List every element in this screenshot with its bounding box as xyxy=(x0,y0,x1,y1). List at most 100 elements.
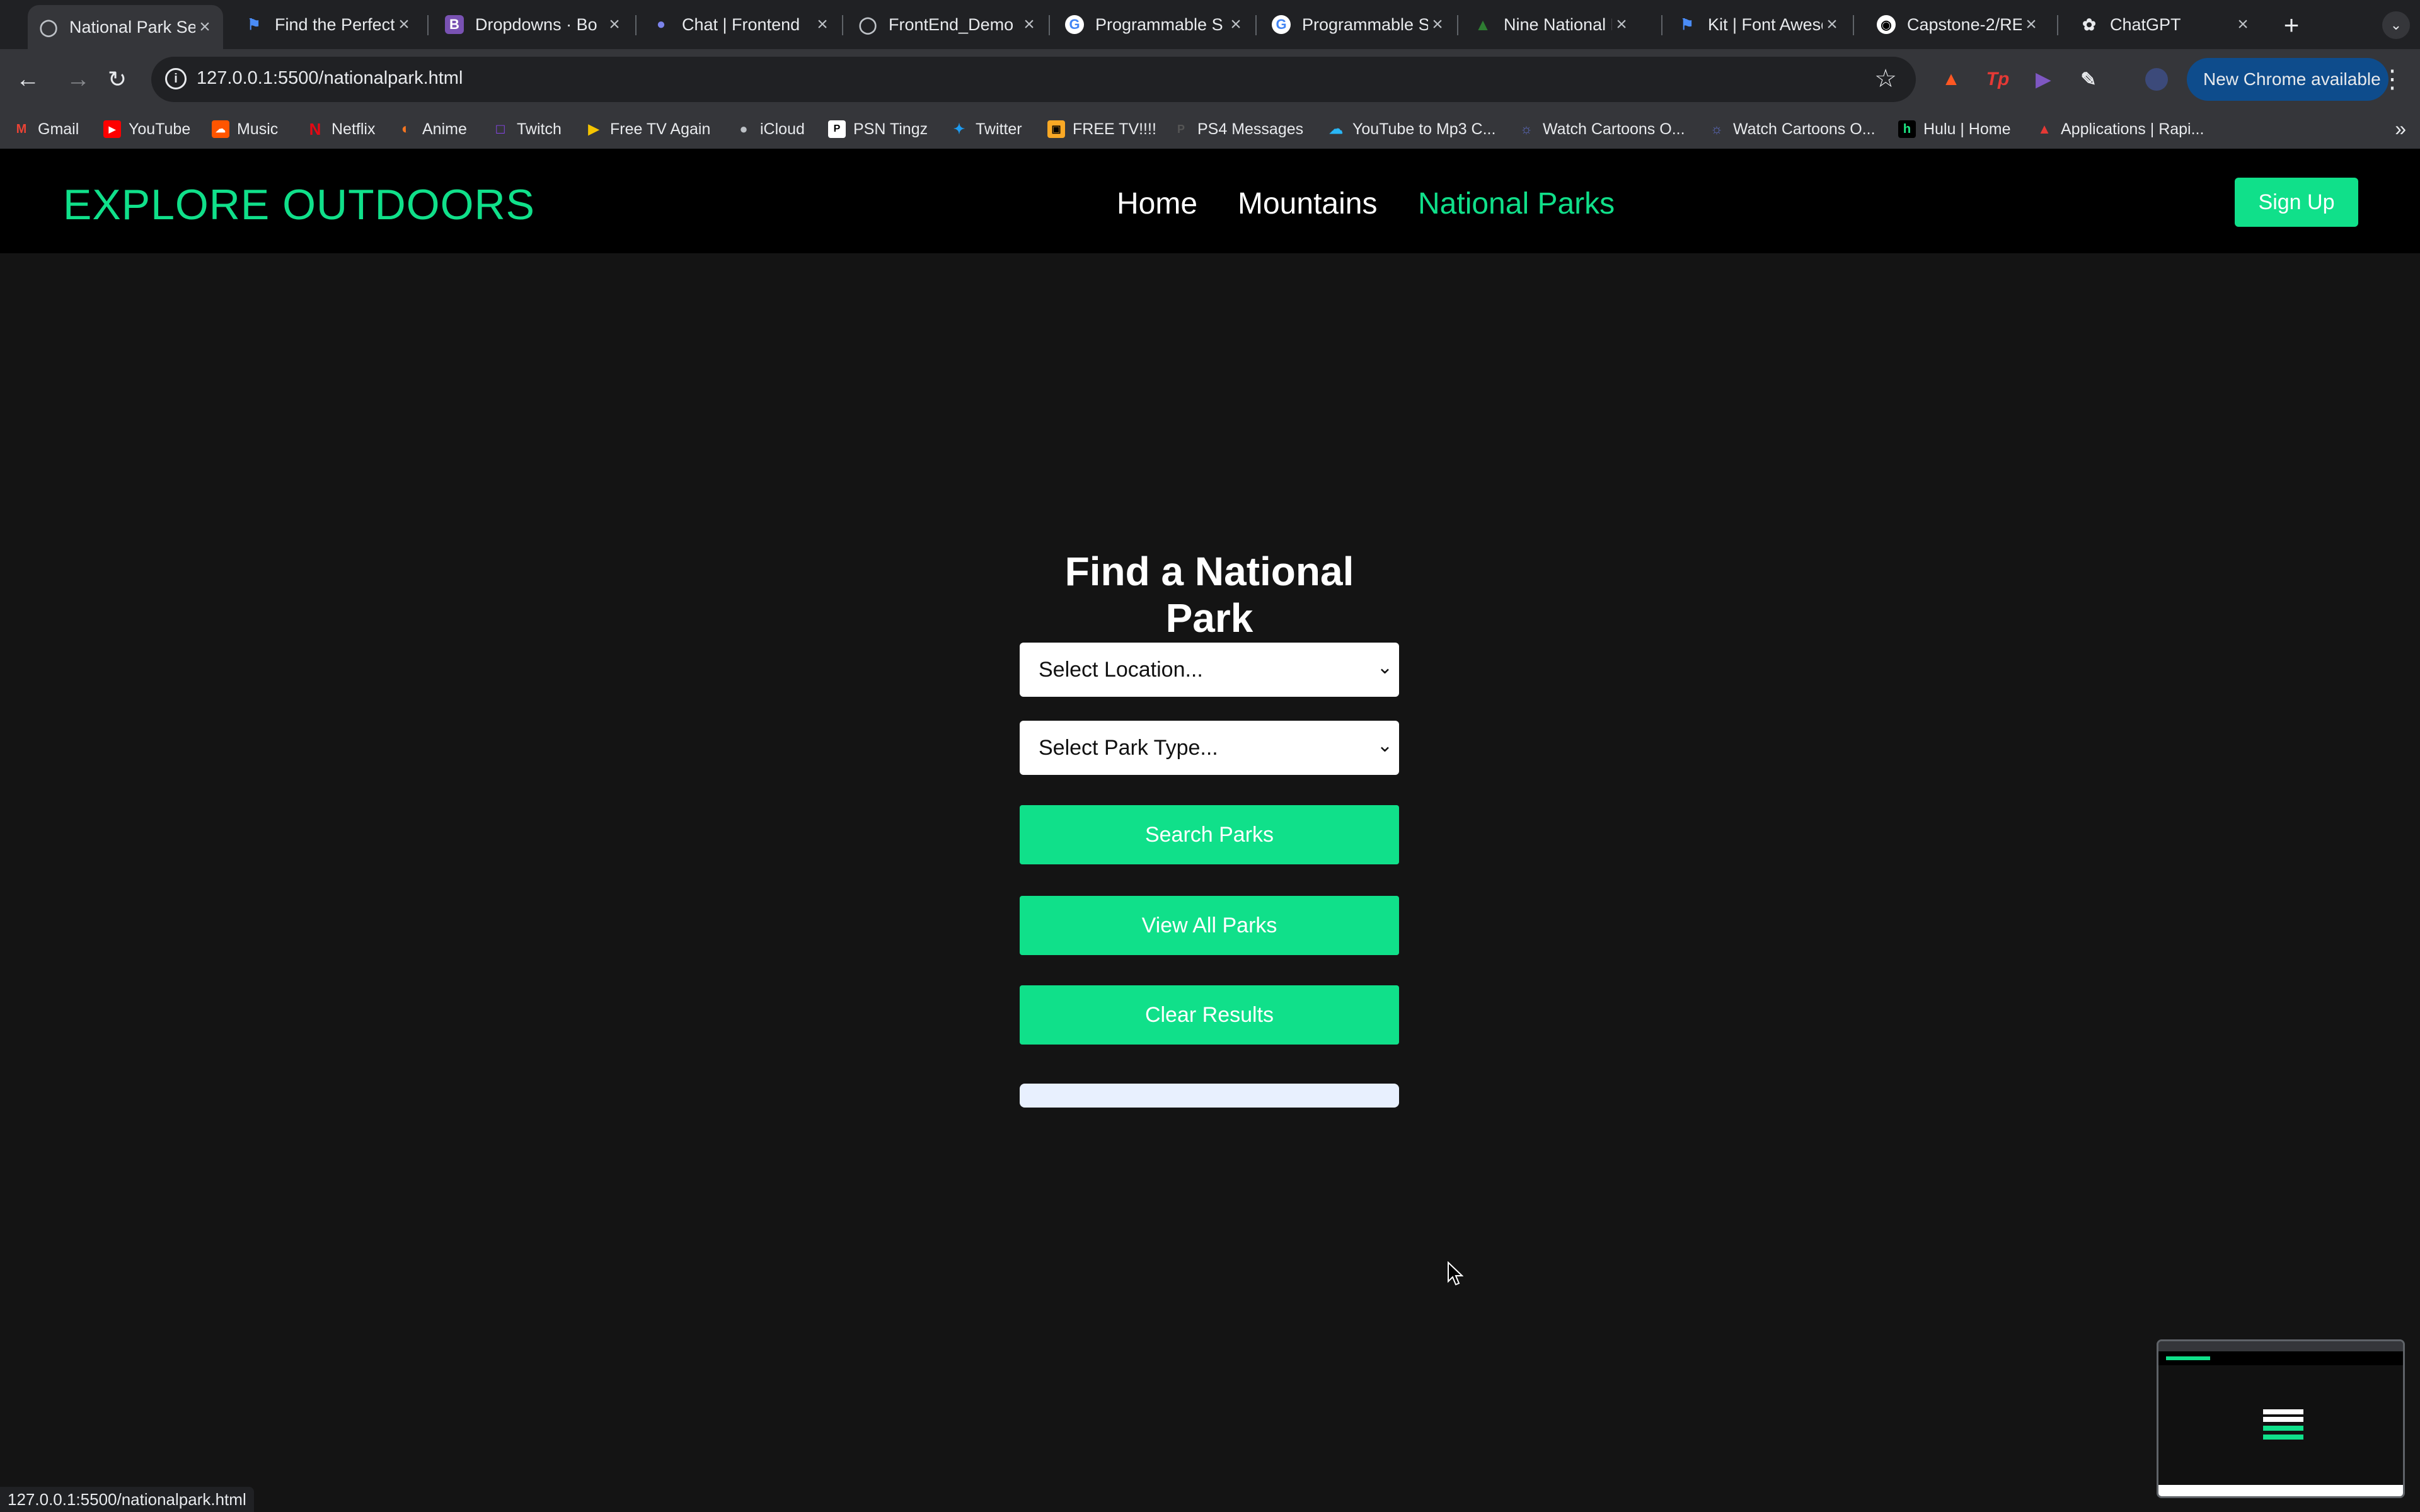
tab-programmable-search-2[interactable]: G Programmable S × xyxy=(1260,6,1456,43)
tab-divider xyxy=(635,15,637,35)
tab-title: Kit | Font Aweso xyxy=(1708,14,1823,34)
screenshot-preview-thumbnail[interactable] xyxy=(2157,1339,2405,1498)
preview-dock xyxy=(2158,1485,2403,1496)
tab-divider xyxy=(427,15,429,35)
close-icon[interactable]: × xyxy=(813,14,832,35)
park-type-select[interactable]: Select Park Type... ⌄ xyxy=(1020,721,1399,775)
nav-link-national-parks[interactable]: National Parks xyxy=(1418,186,1615,221)
tab-divider xyxy=(1661,15,1662,35)
bookmark-label: Applications | Rapi... xyxy=(2061,120,2204,138)
bookmark-label: FREE TV!!!! xyxy=(1073,120,1156,138)
playstation-icon: P xyxy=(1177,122,1185,135)
forward-arrow-icon[interactable]: → xyxy=(62,63,95,96)
bookmark-anime[interactable]: ◐ Anime xyxy=(397,117,467,141)
tab-title: Nine National Fo xyxy=(1504,14,1612,34)
back-arrow-icon[interactable]: ← xyxy=(11,63,44,96)
bookmark-gmail[interactable]: M Gmail xyxy=(13,117,79,141)
bookmark-psn-tingz[interactable]: P PSN Tingz xyxy=(828,117,928,141)
results-container xyxy=(1020,1084,1399,1108)
chrome-menu-icon[interactable]: ⋮ xyxy=(2380,62,2405,97)
bookmark-label: Twitter xyxy=(976,120,1022,138)
bookmark-label: Free TV Again xyxy=(610,120,711,138)
tp-extension-icon[interactable]: Tp xyxy=(1983,64,2013,94)
close-icon[interactable]: × xyxy=(2022,14,2041,35)
reload-icon[interactable]: ↻ xyxy=(101,63,134,96)
url-text[interactable]: 127.0.0.1:5500/nationalpark.html xyxy=(197,68,463,89)
close-icon[interactable]: × xyxy=(1612,14,1631,35)
bookmark-label: YouTube xyxy=(129,120,191,138)
site-logo[interactable]: EXPLORE OUTDOORS xyxy=(63,180,535,229)
extensions-puzzle-icon[interactable]: ✎ xyxy=(2073,64,2104,94)
bookmark-free-tv-again[interactable]: ▶ Free TV Again xyxy=(585,117,711,141)
tab-capstone-github[interactable]: ◉ Capstone-2/REA × xyxy=(1865,6,2049,43)
tab-programmable-search-1[interactable]: G Programmable S × xyxy=(1054,6,1254,43)
bookmarks-bar: M Gmail ▶ YouTube ☁ Music N Netflix ◐ Anime □… xyxy=(0,110,2420,149)
bookmark-free-tv[interactable]: ▣ FREE TV!!!! xyxy=(1047,117,1156,141)
new-chrome-label: New Chrome available xyxy=(2203,69,2381,89)
bookmarks-overflow-icon[interactable]: » xyxy=(2395,117,2406,140)
tab-divider xyxy=(1255,15,1257,35)
bookmark-label: iCloud xyxy=(760,120,805,138)
nav-link-mountains[interactable]: Mountains xyxy=(1238,186,1377,221)
playstation-icon: P xyxy=(828,120,846,138)
bookmark-hulu[interactable]: h Hulu | Home xyxy=(1898,117,2011,141)
bookmark-youtube[interactable]: ▶ YouTube xyxy=(103,117,190,141)
close-icon[interactable]: × xyxy=(2233,14,2252,35)
nav-link-home[interactable]: Home xyxy=(1117,186,1197,221)
new-chrome-available-button[interactable]: New Chrome available xyxy=(2187,58,2388,101)
tab-search-chevron-icon[interactable]: ⌄ xyxy=(2382,11,2410,39)
bookmark-netflix[interactable]: N Netflix xyxy=(306,117,376,141)
globe-icon: ◯ xyxy=(39,17,58,37)
location-select[interactable]: Select Location... ⌄ xyxy=(1020,643,1399,697)
close-icon[interactable]: × xyxy=(1823,14,1841,35)
tab-strip: ◯ National Park Se × ⚑ Find the Perfect … xyxy=(0,0,2420,49)
tab-divider xyxy=(2057,15,2058,35)
tab-find-perfect[interactable]: ⚑ Find the Perfect × xyxy=(233,6,422,43)
tab-title: Chat | Frontend xyxy=(682,14,800,34)
tab-chat-frontend[interactable]: ● Chat | Frontend × xyxy=(640,6,841,43)
close-icon[interactable]: × xyxy=(1226,14,1245,35)
address-bar[interactable]: i 127.0.0.1:5500/nationalpark.html ☆ xyxy=(151,57,1916,102)
crunchyroll-icon: ◐ xyxy=(401,120,411,137)
rapid-icon: ▲ xyxy=(2037,121,2051,137)
tab-divider xyxy=(1457,15,1458,35)
profile-avatar[interactable] xyxy=(2141,64,2172,94)
search-parks-button[interactable]: Search Parks xyxy=(1020,805,1399,864)
tab-nine-national-forests[interactable]: ▲ Nine National Fo × xyxy=(1462,6,1640,43)
bookmark-label: Hulu | Home xyxy=(1923,120,2011,138)
close-icon[interactable]: × xyxy=(195,16,214,37)
bookmark-music[interactable]: ☁ Music xyxy=(212,117,278,141)
tab-national-park[interactable]: ◯ National Park Se × xyxy=(28,5,223,49)
tab-chatgpt[interactable]: ✿ ChatGPT × xyxy=(2068,6,2261,43)
close-icon[interactable]: × xyxy=(395,14,413,35)
bookmark-youtube-to-mp3[interactable]: ☁ YouTube to Mp3 C... xyxy=(1327,117,1495,141)
new-tab-button[interactable]: + xyxy=(2278,10,2305,40)
site-info-icon[interactable]: i xyxy=(165,68,187,89)
bootstrap-icon: B xyxy=(445,15,464,34)
close-icon[interactable]: × xyxy=(1428,14,1447,35)
tab-dropdowns-bootstrap[interactable]: B Dropdowns · Bo × xyxy=(434,6,633,43)
bookmark-watch-cartoons-2[interactable]: ☼ Watch Cartoons O... xyxy=(1708,117,1876,141)
close-icon[interactable]: × xyxy=(605,14,624,35)
tab-divider xyxy=(1049,15,1050,35)
bookmark-twitch[interactable]: □ Twitch xyxy=(492,117,562,141)
gmail-icon: M xyxy=(16,122,27,136)
bookmark-applications-rapid[interactable]: ▲ Applications | Rapi... xyxy=(2036,117,2204,141)
view-all-parks-button[interactable]: View All Parks xyxy=(1020,896,1399,955)
bookmark-icloud[interactable]: ● iCloud xyxy=(735,117,805,141)
close-icon[interactable]: × xyxy=(1020,14,1039,35)
fire-extension-icon[interactable]: ▲ xyxy=(1936,64,1966,94)
bookmark-twitter[interactable]: ✦ Twitter xyxy=(950,117,1022,141)
clear-results-button[interactable]: Clear Results xyxy=(1020,985,1399,1045)
bookmark-label: Watch Cartoons O... xyxy=(1733,120,1876,138)
bookmark-watch-cartoons-1[interactable]: ☼ Watch Cartoons O... xyxy=(1518,117,1685,141)
sign-up-button[interactable]: Sign Up xyxy=(2235,178,2358,227)
bookmark-star-icon[interactable]: ☆ xyxy=(1874,64,1897,93)
chevron-down-icon: ⌄ xyxy=(1376,735,1393,756)
preview-button xyxy=(2263,1435,2303,1440)
tab-frontend-demo[interactable]: ◯ FrontEnd_Demo × xyxy=(847,6,1047,43)
youtube-icon: ▶ xyxy=(103,120,121,138)
bookmark-ps4-messages[interactable]: P PS4 Messages xyxy=(1172,117,1303,141)
video-extension-icon[interactable]: ▶ xyxy=(2028,64,2058,94)
tab-font-awesome-kit[interactable]: ⚑ Kit | Font Aweso × xyxy=(1666,6,1850,43)
